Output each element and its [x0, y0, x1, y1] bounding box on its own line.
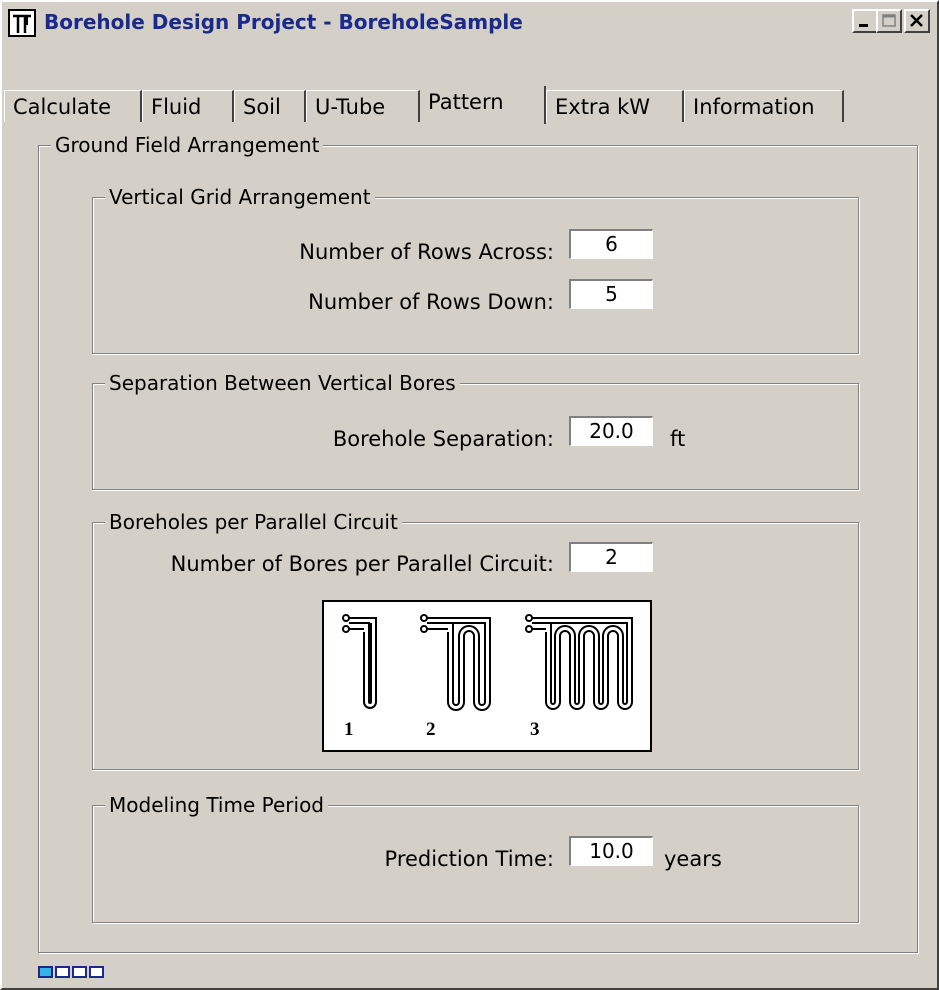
borehole-separation-input[interactable]: 20.0 — [569, 416, 653, 446]
circuit-diagram: 1 2 3 — [322, 600, 652, 752]
progress-indicator — [38, 966, 108, 980]
vertical-grid-group: Vertical Grid Arrangement — [92, 185, 859, 354]
maximize-icon — [882, 14, 896, 27]
tab-label: Information — [693, 95, 815, 119]
rows-down-label: Number of Rows Down: — [308, 290, 554, 314]
progress-cell — [38, 966, 53, 978]
group-title: Ground Field Arrangement — [51, 133, 324, 157]
diagram-label-1: 1 — [344, 719, 354, 740]
tab-soil[interactable]: Soil — [234, 90, 306, 122]
prediction-time-label: Prediction Time: — [384, 847, 554, 871]
separation-unit: ft — [670, 427, 686, 451]
maximize-button[interactable] — [876, 9, 902, 33]
app-window: Borehole Design Project - BoreholeSample… — [0, 0, 939, 990]
progress-cell — [55, 966, 70, 978]
u-tube-diagram — [342, 614, 633, 711]
prediction-time-input[interactable]: 10.0 — [569, 836, 653, 866]
group-title: Vertical Grid Arrangement — [105, 185, 375, 209]
tab-label: Soil — [243, 95, 281, 119]
diagram-label-2: 2 — [426, 719, 436, 740]
tab-label: Fluid — [151, 95, 202, 119]
tab-label: Pattern — [428, 90, 504, 114]
rows-across-label: Number of Rows Across: — [299, 240, 554, 264]
tab-calculate[interactable]: Calculate — [4, 90, 142, 122]
tab-pattern[interactable]: Pattern — [420, 86, 546, 124]
tab-information[interactable]: Information — [684, 90, 844, 122]
progress-cell — [89, 966, 104, 978]
progress-cell — [72, 966, 87, 978]
tab-extra-kw[interactable]: Extra kW — [546, 90, 684, 122]
tab-label: Extra kW — [555, 95, 651, 119]
tab-label: U-Tube — [315, 95, 386, 119]
rows-across-input[interactable]: 6 — [569, 229, 653, 259]
app-icon — [8, 9, 36, 37]
bores-per-circuit-input[interactable]: 2 — [569, 542, 653, 572]
group-title: Modeling Time Period — [105, 793, 328, 817]
tab-u-tube[interactable]: U-Tube — [306, 90, 420, 122]
group-title: Separation Between Vertical Bores — [105, 371, 460, 395]
rows-down-input[interactable]: 5 — [569, 279, 653, 309]
borehole-separation-label: Borehole Separation: — [332, 427, 554, 451]
diagram-label-3: 3 — [530, 719, 540, 740]
tab-label: Calculate — [13, 95, 112, 119]
tab-fluid[interactable]: Fluid — [142, 90, 234, 122]
prediction-time-unit: years — [664, 847, 722, 871]
tab-bar: Calculate Fluid Soil U-Tube Pattern Extr… — [4, 86, 935, 126]
title-bar[interactable]: Borehole Design Project - BoreholeSample — [4, 4, 935, 40]
close-button[interactable] — [904, 9, 930, 33]
minimize-icon — [859, 24, 868, 27]
bores-per-circuit-label: Number of Bores per Parallel Circuit: — [170, 552, 554, 576]
close-icon — [910, 14, 923, 27]
minimize-button[interactable] — [852, 9, 878, 33]
group-title: Boreholes per Parallel Circuit — [105, 510, 402, 534]
window-title: Borehole Design Project - BoreholeSample — [44, 10, 523, 34]
